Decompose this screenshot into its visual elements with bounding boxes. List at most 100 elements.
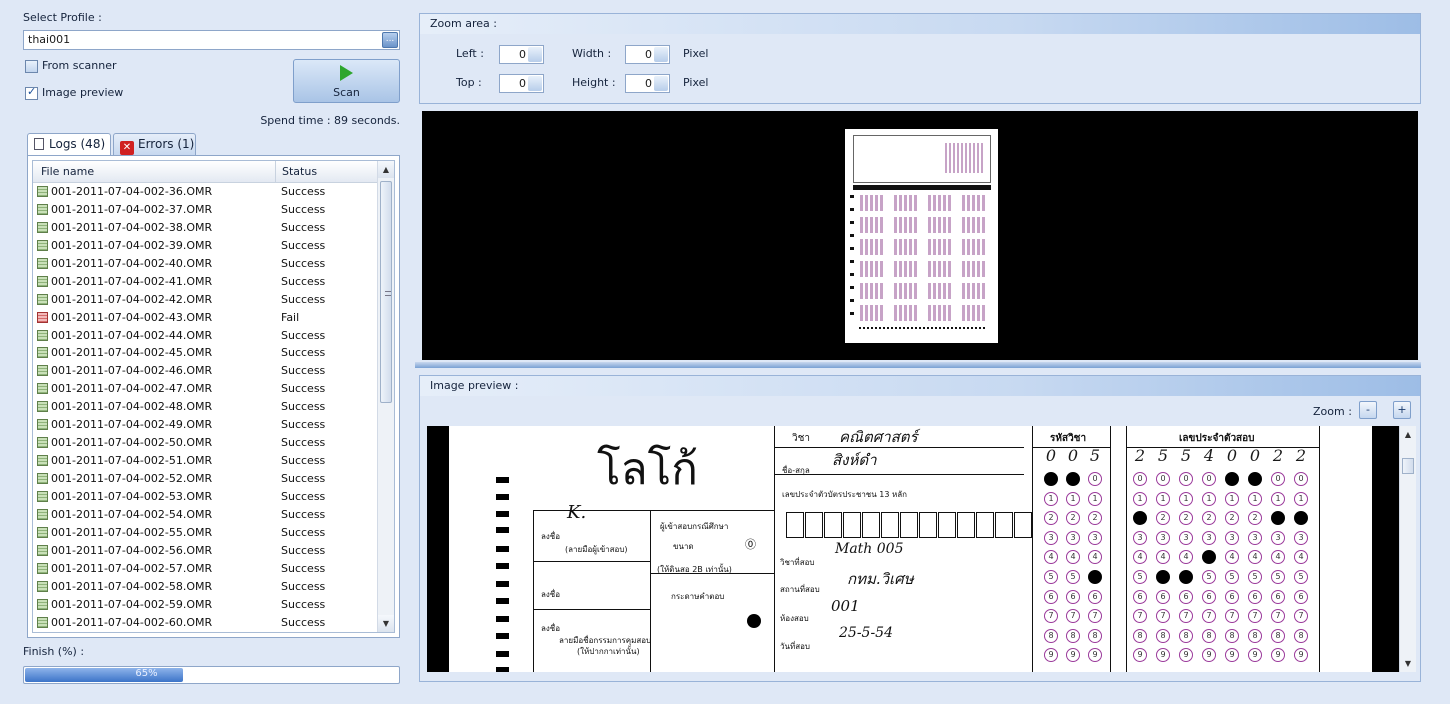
- scroll-thumb[interactable]: [380, 181, 392, 403]
- scroll-up-icon[interactable]: ▲: [1400, 426, 1416, 443]
- zoom-in-button[interactable]: +: [1393, 401, 1411, 419]
- answer-bubble: 8: [1271, 628, 1285, 643]
- table-row[interactable]: 001-2011-07-04-002-54.OMR Success: [33, 506, 379, 524]
- table-row[interactable]: 001-2011-07-04-002-37.OMR Success: [33, 201, 379, 219]
- profile-select[interactable]: thai001 ...: [23, 30, 400, 50]
- timing-mark: [496, 667, 509, 672]
- width-spinner[interactable]: 0: [625, 45, 670, 64]
- scroll-down-icon[interactable]: ▼: [1400, 655, 1416, 672]
- answer-bubble: 3: [1066, 530, 1080, 545]
- answer-bubble: 3: [1179, 530, 1193, 545]
- sheet-thumbnail[interactable]: [845, 129, 998, 343]
- thumb-timing-mark: [850, 247, 854, 250]
- column-header-file-name[interactable]: File name: [41, 165, 94, 178]
- answer-sheet-image[interactable]: โลโก้ วิชา คณิตศาสตร์ ชื่อ-สกุล สิงห์ดำ …: [427, 426, 1372, 672]
- answer-bubble: 3: [1294, 530, 1308, 545]
- table-row[interactable]: 001-2011-07-04-002-47.OMR Success: [33, 380, 379, 398]
- table-row[interactable]: 001-2011-07-04-002-45.OMR Success: [33, 344, 379, 362]
- handwritten-digit: 2: [1134, 446, 1146, 465]
- scroll-down-icon[interactable]: ▼: [378, 615, 394, 632]
- timing-mark: [496, 527, 509, 533]
- table-row[interactable]: 001-2011-07-04-002-51.OMR Success: [33, 452, 379, 470]
- row-status: Fail: [281, 310, 300, 324]
- answer-bubble: 1: [1202, 491, 1216, 506]
- zoom-out-button[interactable]: -: [1359, 401, 1377, 419]
- table-row[interactable]: 001-2011-07-04-002-49.OMR Success: [33, 416, 379, 434]
- table-row[interactable]: 001-2011-07-04-002-57.OMR Success: [33, 560, 379, 578]
- table-row[interactable]: 001-2011-07-04-002-59.OMR Success: [33, 596, 379, 614]
- row-file-name: 001-2011-07-04-002-52.OMR: [51, 472, 213, 485]
- from-scanner-checkbox[interactable]: [25, 60, 38, 73]
- table-row[interactable]: 001-2011-07-04-002-44.OMR Success: [33, 327, 379, 345]
- handwritten-digit: 2: [1295, 446, 1307, 465]
- omr-file-icon: [37, 275, 48, 287]
- row-file-name: 001-2011-07-04-002-54.OMR: [51, 507, 213, 521]
- row-file-name: 001-2011-07-04-002-40.OMR: [51, 256, 213, 270]
- width-label: Width :: [572, 47, 612, 60]
- id-digit-box: [900, 512, 918, 538]
- table-row[interactable]: 001-2011-07-04-002-58.OMR Success: [33, 578, 379, 596]
- row-status: Success: [281, 202, 326, 216]
- signature-mark: K.: [567, 502, 587, 523]
- answer-bubble: 0: [1044, 472, 1058, 486]
- thumb-timing-mark: [850, 286, 854, 289]
- table-row[interactable]: 001-2011-07-04-002-52.OMR Success: [33, 470, 379, 488]
- row-file-name: 001-2011-07-04-002-42.OMR: [51, 292, 213, 306]
- tab-logs[interactable]: Logs (48): [27, 133, 111, 156]
- id-digit-box: [843, 512, 861, 538]
- left-spinner[interactable]: 0: [499, 45, 544, 64]
- thumb-bubble-block: [860, 283, 884, 299]
- spinner-buttons-icon[interactable]: [654, 76, 668, 91]
- column-header-status[interactable]: Status: [282, 165, 317, 178]
- table-row[interactable]: 001-2011-07-04-002-60.OMR Success: [33, 614, 379, 632]
- table-row[interactable]: 001-2011-07-04-002-39.OMR Success: [33, 237, 379, 255]
- answer-bubble: 3: [1271, 530, 1285, 545]
- preview-scrollbar[interactable]: ▲ ▼: [1399, 426, 1416, 672]
- table-row[interactable]: 001-2011-07-04-002-50.OMR Success: [33, 434, 379, 452]
- answer-bubble: 8: [1133, 628, 1147, 643]
- table-row[interactable]: 001-2011-07-04-002-41.OMR Success: [33, 273, 379, 291]
- thumb-bubble-block: [962, 261, 986, 277]
- table-row[interactable]: 001-2011-07-04-002-42.OMR Success: [33, 291, 379, 309]
- image-preview-checkbox[interactable]: [25, 85, 38, 100]
- from-scanner-label: From scanner: [42, 59, 117, 72]
- tab-errors[interactable]: ✕ Errors (1): [113, 133, 196, 155]
- row-file-name: 001-2011-07-04-002-41.OMR: [51, 274, 213, 288]
- table-row[interactable]: 001-2011-07-04-002-46.OMR Success: [33, 362, 379, 380]
- answer-bubble: 5: [1202, 570, 1216, 584]
- id-digit-box: [824, 512, 842, 538]
- omr-file-icon: [37, 598, 48, 610]
- table-row[interactable]: 001-2011-07-04-002-43.OMR Fail: [33, 309, 379, 327]
- thumb-bubble-block: [894, 305, 918, 321]
- table-row[interactable]: 001-2011-07-04-002-48.OMR Success: [33, 398, 379, 416]
- panel-splitter[interactable]: [415, 362, 1421, 368]
- spinner-buttons-icon[interactable]: [654, 47, 668, 62]
- thumb-bubble-block: [928, 305, 952, 321]
- table-row[interactable]: 001-2011-07-04-002-38.OMR Success: [33, 219, 379, 237]
- table-row[interactable]: 001-2011-07-04-002-56.OMR Success: [33, 542, 379, 560]
- zoom-area-panel: Zoom area : Left : 0 Width : 0 Pixel Top…: [419, 13, 1421, 104]
- grid-scrollbar[interactable]: ▲ ▼: [377, 161, 394, 632]
- row-file-name: 001-2011-07-04-002-51.OMR: [51, 454, 213, 468]
- row-status: Success: [281, 525, 326, 539]
- thumb-bubble-block: [860, 261, 884, 277]
- spinner-buttons-icon[interactable]: [528, 76, 542, 91]
- row-status: Success: [281, 185, 326, 198]
- answer-bubble: 3: [1248, 530, 1262, 545]
- answer-bubble: 0: [1294, 472, 1308, 486]
- height-spinner[interactable]: 0: [625, 74, 670, 93]
- row-status: Success: [281, 579, 326, 593]
- thumb-bubble-block: [894, 195, 918, 211]
- profile-browse-button[interactable]: ...: [382, 32, 398, 48]
- scan-button[interactable]: Scan: [293, 59, 400, 103]
- id-digit-box: [957, 512, 975, 538]
- table-row[interactable]: 001-2011-07-04-002-55.OMR Success: [33, 524, 379, 542]
- table-row[interactable]: 001-2011-07-04-002-36.OMR Success: [33, 183, 379, 201]
- scroll-thumb[interactable]: [1402, 458, 1414, 474]
- top-spinner[interactable]: 0: [499, 74, 544, 93]
- scroll-up-icon[interactable]: ▲: [378, 161, 394, 178]
- spinner-buttons-icon[interactable]: [528, 47, 542, 62]
- table-row[interactable]: 001-2011-07-04-002-40.OMR Success: [33, 255, 379, 273]
- table-row[interactable]: 001-2011-07-04-002-53.OMR Success: [33, 488, 379, 506]
- omr-file-icon: [37, 580, 48, 592]
